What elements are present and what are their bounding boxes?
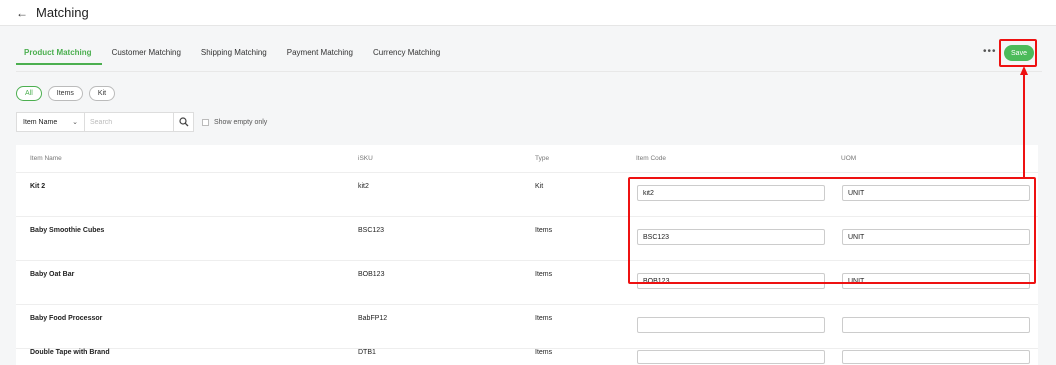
item-code-input[interactable] <box>637 185 825 201</box>
matching-panel: Product Matching Customer Matching Shipp… <box>0 34 1056 365</box>
item-isku: BOB123 <box>358 271 385 278</box>
annotation-arrow-head-icon <box>1020 66 1028 75</box>
table-row: Baby Oat Bar BOB123 Items <box>16 261 1038 305</box>
item-code-input[interactable] <box>637 317 825 333</box>
item-code-input[interactable] <box>637 350 825 364</box>
item-code-input[interactable] <box>637 229 825 245</box>
item-code-input[interactable] <box>637 273 825 289</box>
column-header-uom: UOM <box>841 155 857 162</box>
search-button[interactable] <box>174 112 194 132</box>
product-matching-table: Item Name iSKU Type Item Code UOM Kit 2 … <box>16 145 1038 365</box>
chip-kit[interactable]: Kit <box>88 86 116 101</box>
search-field-select[interactable]: Item Name ⌄ <box>16 112 84 132</box>
item-isku: kit2 <box>358 183 369 190</box>
table-row: Double Tape with Brand DTB1 Items <box>16 349 1038 365</box>
tab-product-matching[interactable]: Product Matching <box>16 48 102 65</box>
search-input[interactable] <box>84 112 174 132</box>
search-field-value: Item Name <box>23 118 58 126</box>
item-isku: DTB1 <box>358 349 376 356</box>
column-header-isku: iSKU <box>358 155 373 162</box>
table-row: Baby Smoothie Cubes BSC123 Items <box>16 217 1038 261</box>
uom-input[interactable] <box>842 185 1030 201</box>
filter-row: Item Name ⌄ Show empty only <box>16 112 267 132</box>
item-isku: BabFP12 <box>358 315 388 322</box>
tab-payment-matching[interactable]: Payment Matching <box>277 48 363 65</box>
show-empty-checkbox[interactable] <box>202 118 209 126</box>
show-empty-label: Show empty only <box>214 118 268 126</box>
item-name: Baby Food Processor <box>30 315 103 322</box>
chevron-down-icon: ⌄ <box>72 119 78 126</box>
column-header-type: Type <box>535 155 550 162</box>
item-type: Items <box>535 349 553 356</box>
item-isku: BSC123 <box>358 227 385 234</box>
column-header-item-code: Item Code <box>636 155 666 162</box>
search-icon <box>178 117 188 127</box>
tab-divider <box>16 71 1042 72</box>
uom-input[interactable] <box>842 317 1030 333</box>
more-options-icon[interactable]: ••• <box>983 46 997 57</box>
top-bar: ← Matching <box>0 0 1056 26</box>
uom-input[interactable] <box>842 350 1030 364</box>
tab-customer-matching[interactable]: Customer Matching <box>102 48 191 65</box>
table-row: Baby Food Processor BabFP12 Items <box>16 305 1038 349</box>
item-name: Baby Smoothie Cubes <box>30 227 105 234</box>
item-type: Items <box>535 271 553 278</box>
page-title: Matching <box>36 5 89 20</box>
tab-shipping-matching[interactable]: Shipping Matching <box>191 48 277 65</box>
item-type: Kit <box>535 183 544 190</box>
annotation-arrow-line <box>1023 74 1025 177</box>
item-type: Items <box>535 227 553 234</box>
back-arrow-icon[interactable]: ← <box>16 7 28 19</box>
chip-all[interactable]: All <box>16 86 42 101</box>
save-button[interactable]: Save <box>1004 45 1034 61</box>
chip-items[interactable]: Items <box>47 86 83 101</box>
item-name: Double Tape with Brand <box>30 349 110 356</box>
type-filter-chips: All Items Kit <box>16 86 116 101</box>
item-name: Baby Oat Bar <box>30 271 75 278</box>
table-row: Kit 2 kit2 Kit <box>16 173 1038 217</box>
item-name: Kit 2 <box>30 183 46 190</box>
uom-input[interactable] <box>842 229 1030 245</box>
uom-input[interactable] <box>842 273 1030 289</box>
tab-bar: Product Matching Customer Matching Shipp… <box>16 48 450 72</box>
item-type: Items <box>535 315 553 322</box>
column-header-item-name: Item Name <box>30 155 62 162</box>
tab-currency-matching[interactable]: Currency Matching <box>363 48 450 65</box>
table-header: Item Name iSKU Type Item Code UOM <box>16 145 1038 173</box>
